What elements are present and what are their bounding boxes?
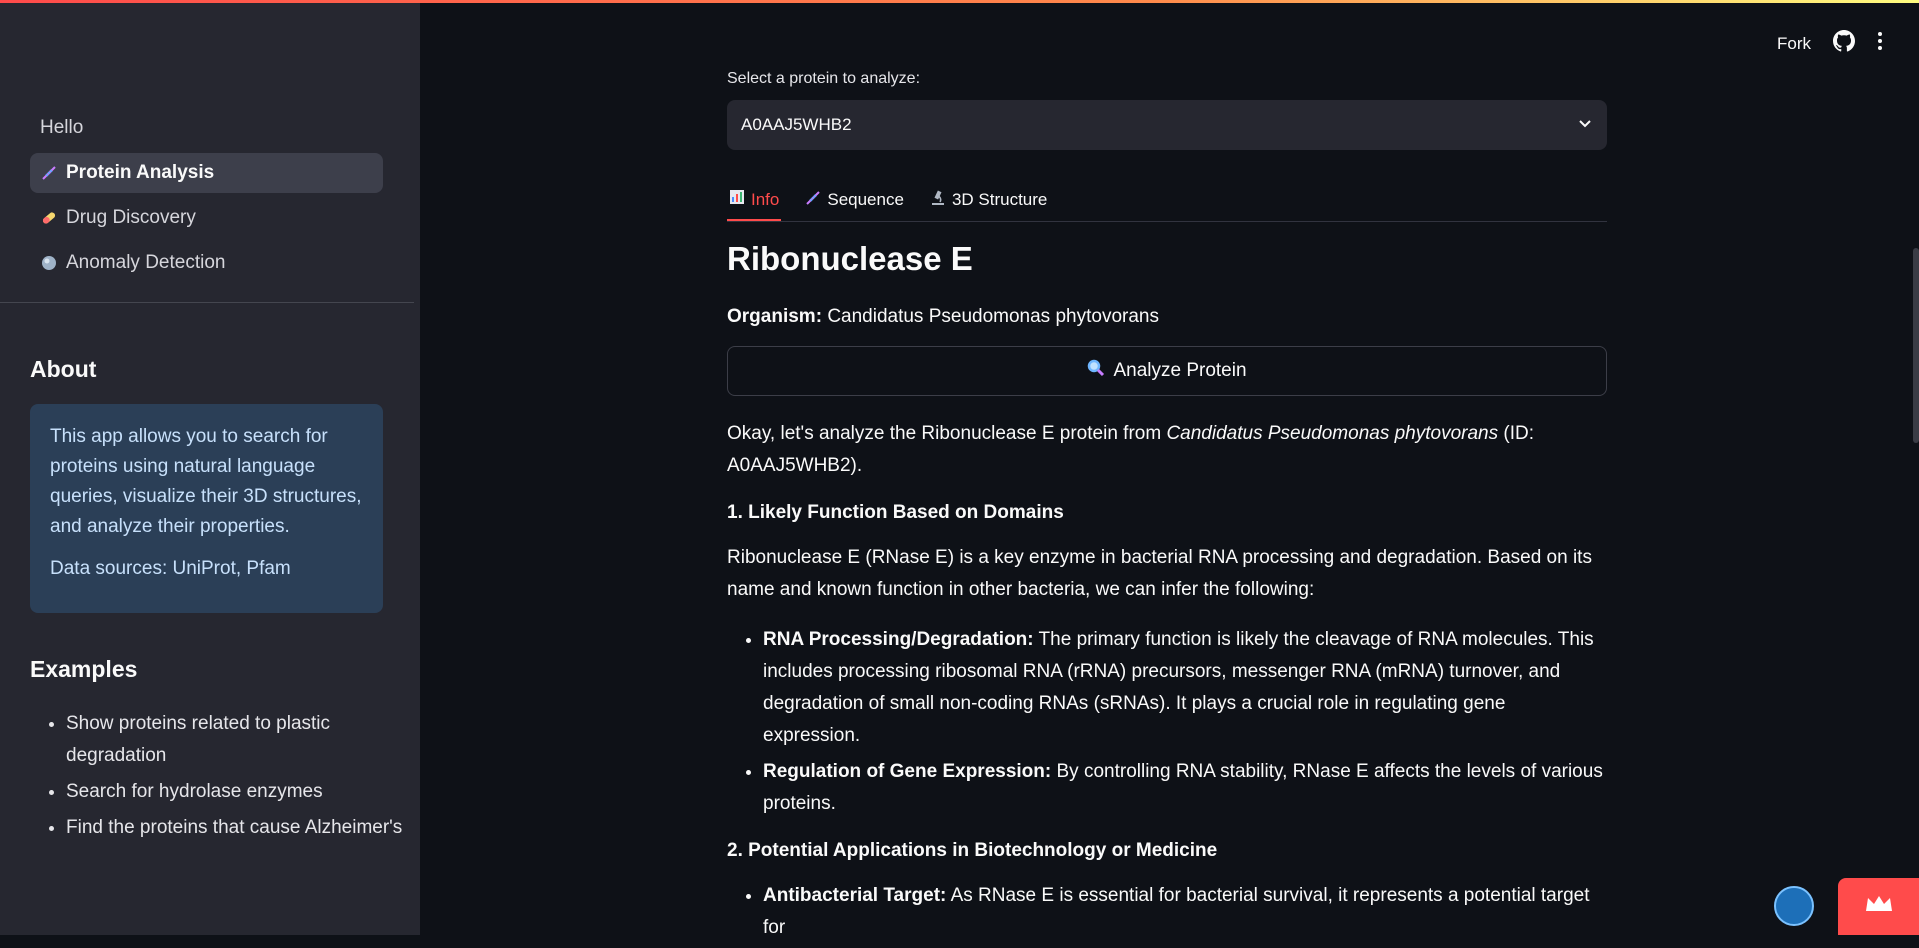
applications-list: Antibacterial Target: As RNase E is esse…	[727, 880, 1607, 944]
kebab-menu-icon[interactable]	[1877, 31, 1883, 56]
chart-icon	[729, 189, 745, 210]
sidebar-item-label: Hello	[40, 117, 84, 138]
github-icon[interactable]	[1833, 30, 1855, 57]
sidebar-item-hello[interactable]: Hello	[30, 108, 383, 148]
tab-label: Sequence	[827, 190, 904, 209]
list-item: Antibacterial Target: As RNase E is esse…	[763, 880, 1607, 944]
organism-line: Organism: Candidatus Pseudomonas phytovo…	[727, 306, 1607, 328]
function-list: RNA Processing/Degradation: The primary …	[727, 624, 1607, 820]
list-item-title: Antibacterial Target:	[763, 885, 947, 906]
microscope-icon	[930, 190, 946, 211]
about-info-box: This app allows you to search for protei…	[30, 404, 383, 613]
intro-organism: Candidatus Pseudomonas phytovorans	[1166, 423, 1499, 444]
section-paragraph: Ribonuclease E (RNase E) is a key enzyme…	[727, 547, 1592, 600]
intro-text: Okay, let's analyze the Ribonuclease E p…	[727, 423, 1167, 444]
organism-label: Organism:	[727, 306, 823, 327]
list-item: Find the proteins that cause Alzheimer's	[66, 812, 426, 844]
list-item-title: Regulation of Gene Expression:	[763, 761, 1052, 782]
analyze-button-label: Analyze Protein	[1113, 360, 1247, 381]
tab-bar: Info Sequence 3D Structure	[727, 180, 1607, 222]
examples-heading: Examples	[30, 656, 138, 682]
about-text: This app allows you to search for protei…	[50, 426, 362, 537]
list-item: RNA Processing/Degradation: The primary …	[763, 624, 1607, 752]
tab-label: 3D Structure	[951, 190, 1048, 209]
list-item-title: RNA Processing/Degradation:	[763, 629, 1034, 650]
sidebar-item-label: Anomaly Detection	[66, 252, 226, 273]
sidebar: Hello Protein Analysis Drug Discovery An…	[0, 0, 420, 935]
sidebar-nav: Hello Protein Analysis Drug Discovery An…	[30, 108, 383, 288]
top-accent-bar	[0, 0, 1919, 3]
dna-icon	[805, 190, 821, 211]
info-tab-content: Ribonuclease E Organism: Candidatus Pseu…	[727, 240, 1607, 948]
organism-value: Candidatus Pseudomonas phytovorans	[827, 306, 1159, 327]
pill-icon	[40, 209, 58, 227]
select-value: A0AAJ5WHB2	[741, 115, 852, 134]
fork-button[interactable]: Fork	[1777, 34, 1811, 54]
sidebar-item-anomaly-detection[interactable]: Anomaly Detection	[30, 243, 383, 283]
protein-select[interactable]: A0AAJ5WHB2	[727, 100, 1607, 150]
about-sources: Data sources: UniProt, Pfam	[50, 558, 291, 579]
select-label: Select a protein to analyze:	[727, 70, 921, 87]
section-heading: 1. Likely Function Based on Domains	[727, 502, 1064, 523]
sidebar-item-protein-analysis[interactable]: Protein Analysis	[30, 153, 383, 193]
list-item: Show proteins related to plastic degrada…	[66, 708, 426, 772]
avatar[interactable]	[1774, 886, 1814, 926]
tab-3d-structure[interactable]: 3D Structure	[928, 180, 1049, 220]
section-heading: 2. Potential Applications in Biotechnolo…	[727, 840, 1218, 861]
crown-badge-button[interactable]	[1838, 878, 1919, 935]
chevron-down-icon	[1577, 115, 1593, 136]
analyze-protein-button[interactable]: Analyze Protein	[727, 346, 1607, 396]
intro-paragraph: Okay, let's analyze the Ribonuclease E p…	[727, 418, 1607, 482]
tab-info[interactable]: Info	[727, 180, 782, 221]
tab-label: Info	[751, 189, 780, 209]
list-item: Search for hydrolase enzymes	[66, 776, 426, 808]
magnifier-icon	[1087, 359, 1105, 383]
sidebar-item-label: Drug Discovery	[66, 207, 196, 228]
sidebar-item-drug-discovery[interactable]: Drug Discovery	[30, 198, 383, 238]
sidebar-divider	[0, 302, 414, 303]
crown-icon	[1864, 893, 1894, 920]
about-heading: About	[30, 356, 97, 382]
scrollbar[interactable]	[1913, 248, 1919, 443]
sidebar-item-label: Protein Analysis	[66, 162, 215, 183]
circle-icon	[40, 254, 58, 272]
header-actions: Fork	[1777, 30, 1883, 57]
list-item: Regulation of Gene Expression: By contro…	[763, 756, 1607, 820]
examples-list: Show proteins related to plastic degrada…	[30, 708, 426, 848]
tab-sequence[interactable]: Sequence	[803, 180, 906, 220]
page-title: Ribonuclease E	[727, 240, 973, 277]
dna-icon	[40, 164, 58, 182]
